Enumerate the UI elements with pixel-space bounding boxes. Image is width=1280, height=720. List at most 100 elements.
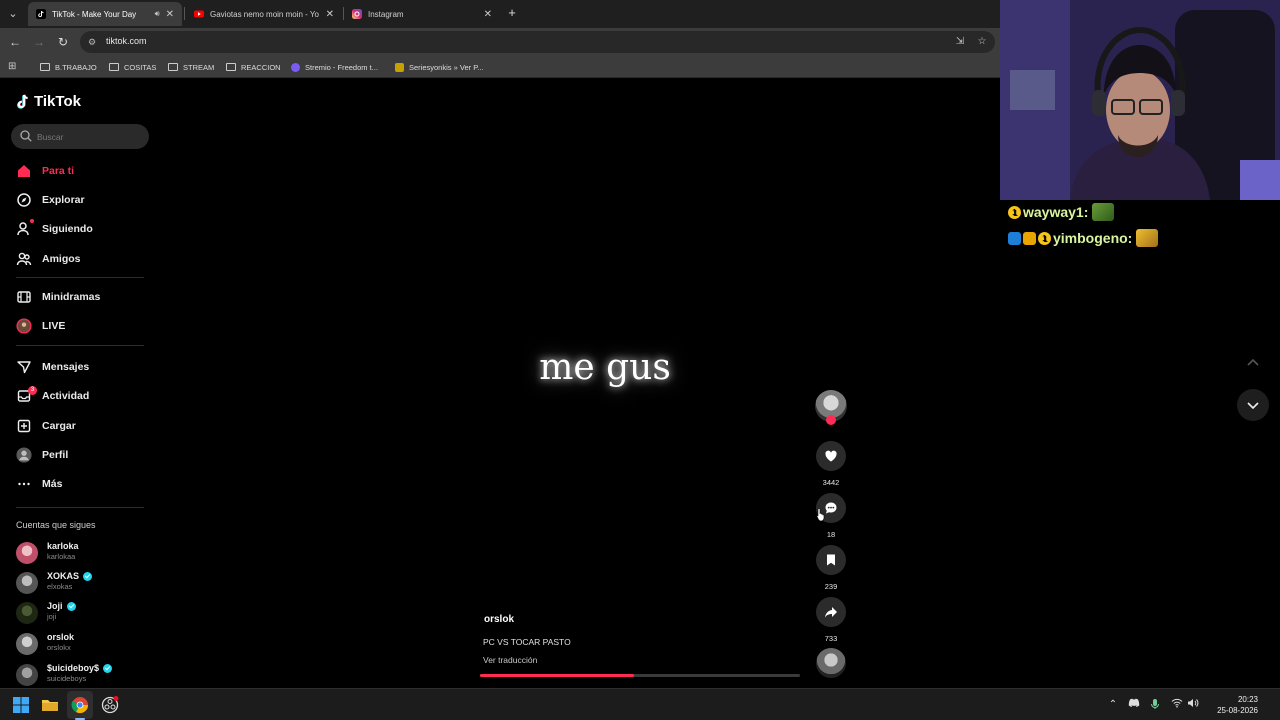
like-button[interactable]	[816, 441, 846, 471]
discord-tray-icon[interactable]	[1127, 698, 1141, 712]
nav-actividad[interactable]: Actividad	[16, 386, 89, 406]
nav-minidramas[interactable]: Minidramas	[16, 287, 100, 307]
next-video-chevron-down-icon[interactable]	[1237, 389, 1269, 421]
nav-label: Más	[42, 478, 63, 490]
clock-time: 20:23	[1237, 695, 1258, 704]
follow-check-icon[interactable]	[826, 415, 836, 425]
save-count: 239	[824, 582, 838, 591]
system-clock[interactable]: 20:23 25-08-2026	[1200, 694, 1258, 716]
actividad-badge: 3	[28, 386, 37, 395]
following-account[interactable]: XOKAS elxokas	[16, 570, 156, 596]
following-section-title: Cuentas que sigues	[16, 520, 96, 530]
sub-badge-icon: 1	[1008, 205, 1021, 219]
friends-icon	[16, 251, 32, 267]
heart-icon	[825, 450, 837, 462]
show-hidden-icons-chevron-icon[interactable]: ⌃	[1106, 698, 1120, 712]
bookmark-folder-reaccion[interactable]: REACCION	[226, 60, 281, 74]
account-handle: karlokaa	[47, 552, 76, 561]
following-account[interactable]: karloka karlokaa	[16, 540, 156, 566]
bookmark-folder-cositas[interactable]: COSITAS	[109, 60, 156, 74]
moderator-badge-icon	[1008, 231, 1021, 245]
chrome-icon[interactable]	[71, 696, 89, 714]
new-tab-plus-icon[interactable]: +	[505, 4, 519, 22]
account-name-text: Joji	[47, 601, 63, 611]
close-tab-icon[interactable]: ✕	[326, 9, 334, 20]
microphone-tray-icon[interactable]	[1148, 698, 1162, 712]
reload-icon[interactable]: ↻	[54, 33, 72, 51]
account-handle: orslokx	[47, 643, 71, 652]
share-action[interactable]: 733	[816, 597, 846, 643]
following-account[interactable]: $uicideboy$ suicideboys	[16, 662, 156, 687]
siguiendo-notification-dot	[30, 219, 34, 223]
following-account[interactable]: orslok orslokx	[16, 631, 156, 657]
bookmark-folder-stream[interactable]: STREAM	[168, 60, 214, 74]
search-box[interactable]	[11, 124, 149, 149]
previous-video-chevron-up-icon[interactable]	[1237, 347, 1269, 379]
folder-icon	[168, 63, 178, 71]
comment-icon	[825, 502, 837, 514]
nav-label: Para ti	[42, 165, 75, 177]
verified-badge-icon	[83, 571, 93, 581]
windows-start-icon[interactable]	[12, 696, 30, 714]
search-input[interactable]	[37, 128, 142, 145]
close-tab-icon[interactable]: ✕	[484, 9, 492, 20]
avatar	[16, 664, 38, 686]
address-bar[interactable]: ⚙︎ tiktok.com ⇲ ☆	[80, 31, 995, 53]
account-name: Joji	[47, 601, 76, 611]
video-progress-fill	[480, 674, 634, 677]
video-progress-bar[interactable]	[480, 674, 800, 677]
share-button[interactable]	[816, 597, 846, 627]
bookmark-stremio[interactable]: Stremio - Freedom t...	[291, 60, 378, 74]
nav-para-ti[interactable]: Para ti	[16, 161, 74, 181]
bookmark-folder-btrabajo[interactable]: B.TRABAJO	[40, 60, 97, 74]
bookmark-seriesyonkis[interactable]: Seriesyonkis » Ver P...	[395, 60, 483, 74]
like-action[interactable]: 3442	[816, 441, 846, 487]
person-plus-icon	[16, 221, 32, 237]
forward-arrow-icon[interactable]: →	[30, 33, 48, 51]
nav-live[interactable]: LIVE	[16, 316, 65, 336]
chat-message: 1 yimbogeno:	[1008, 229, 1159, 247]
account-name-text: karloka	[47, 541, 79, 551]
browser-tab-bar: ⌄ TikTok - Make Your Day 🔊︎ ✕ Gaviotas n…	[0, 0, 1000, 28]
see-translation-link[interactable]: Ver traducción	[483, 655, 537, 665]
nav-cargar[interactable]: Cargar	[16, 416, 76, 436]
speaker-icon[interactable]: 🔊︎	[155, 9, 160, 19]
save-button[interactable]	[816, 545, 846, 575]
nav-explorar[interactable]: Explorar	[16, 190, 85, 210]
nav-mas[interactable]: Más	[16, 474, 62, 494]
nav-amigos[interactable]: Amigos	[16, 249, 81, 269]
obs-app-icon[interactable]	[101, 696, 119, 714]
back-arrow-icon[interactable]: ←	[6, 33, 24, 51]
tab-instagram[interactable]: Instagram ✕	[344, 2, 500, 26]
tiktok-logo[interactable]: TikTok	[16, 93, 81, 110]
music-disc[interactable]	[816, 648, 846, 678]
profile-avatar-icon	[16, 447, 32, 463]
vip-crown-badge-icon	[1023, 231, 1036, 245]
following-account[interactable]: Joji joji	[16, 600, 156, 626]
site-info-icon[interactable]: ⚙︎	[88, 35, 100, 49]
apps-grid-icon[interactable]: ⊞	[8, 61, 19, 72]
compass-icon	[16, 192, 32, 208]
browser-toolbar: ← → ↻ ⚙︎ tiktok.com ⇲ ☆	[0, 28, 1000, 56]
nav-perfil[interactable]: Perfil	[16, 445, 68, 465]
tab-tiktok[interactable]: TikTok - Make Your Day 🔊︎ ✕	[28, 2, 182, 26]
hand-cursor-icon	[816, 508, 825, 521]
wifi-icon[interactable]	[1170, 698, 1184, 712]
tab-search-chevron-icon[interactable]: ⌄	[4, 5, 22, 23]
nav-mensajes[interactable]: Mensajes	[16, 357, 89, 377]
video-author[interactable]: orslok	[484, 614, 514, 625]
nav-label: Actividad	[42, 390, 90, 402]
save-action[interactable]: 239	[816, 545, 846, 591]
tab-youtube[interactable]: Gaviotas nemo moin moin - Yo ✕	[186, 2, 342, 26]
close-tab-icon[interactable]: ✕	[166, 9, 174, 20]
install-app-icon[interactable]: ⇲	[953, 35, 967, 49]
nav-siguiendo[interactable]: Siguiendo	[16, 219, 93, 239]
url-text[interactable]: tiktok.com	[106, 36, 147, 46]
bookmark-label: Seriesyonkis » Ver P...	[409, 62, 484, 72]
bookmark-star-icon[interactable]: ☆	[975, 35, 989, 49]
file-explorer-icon[interactable]	[41, 696, 59, 714]
clock-date: 25-08-2026	[1217, 706, 1258, 715]
bookmark-icon	[827, 554, 835, 566]
webcam-feed	[1000, 0, 1280, 200]
volume-icon[interactable]	[1186, 698, 1200, 712]
